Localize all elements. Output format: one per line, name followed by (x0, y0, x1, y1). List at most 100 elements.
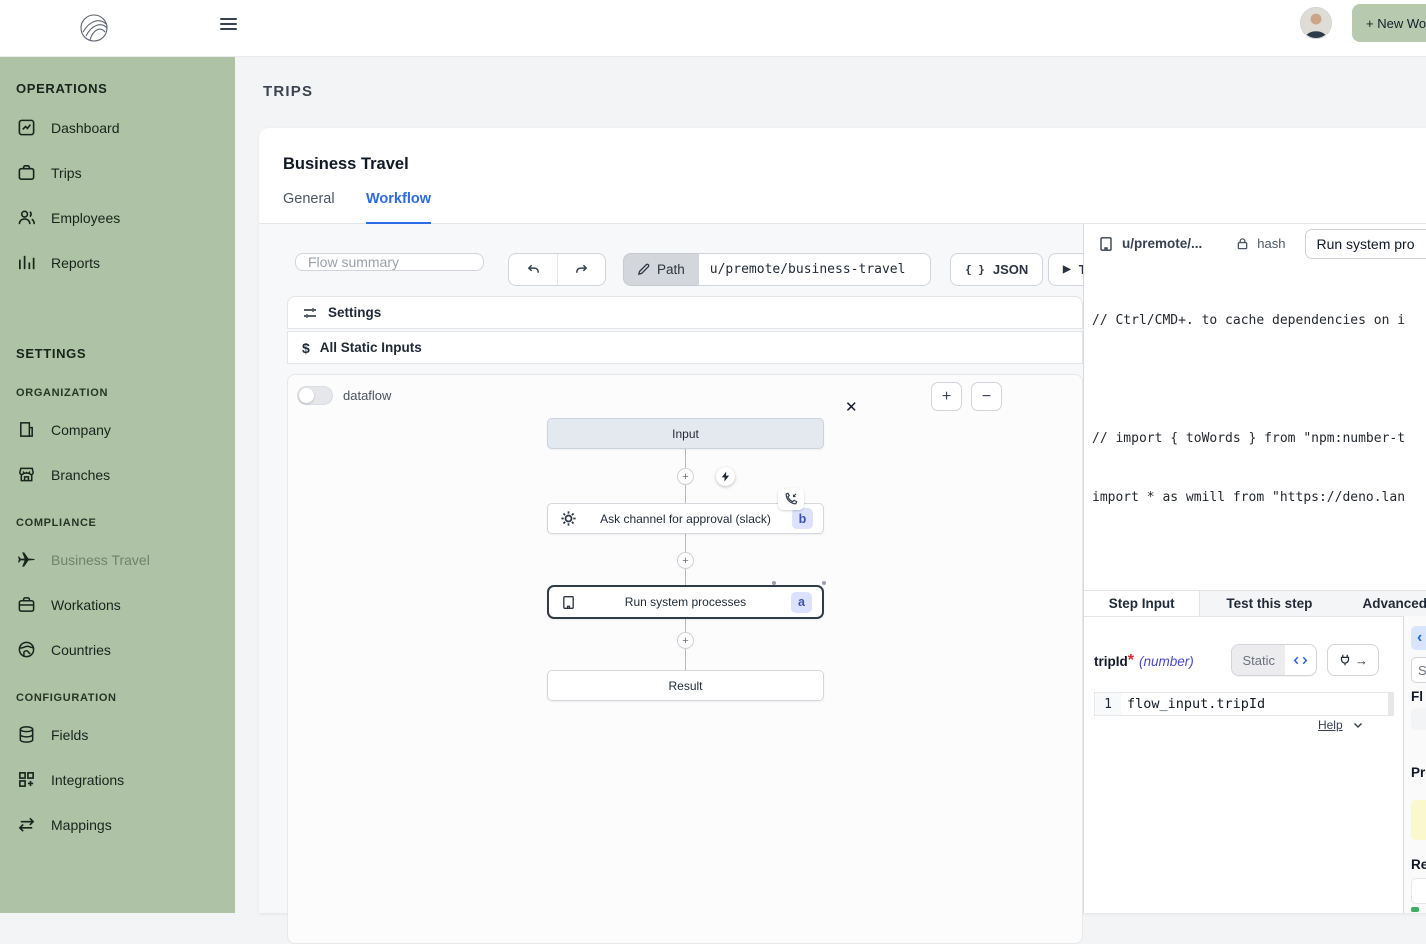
line-number: 1 (1095, 693, 1121, 715)
page-breadcrumb: TRIPS (263, 83, 313, 100)
code-braces-icon: { } (965, 263, 985, 276)
previous-result-chip[interactable] (1411, 800, 1426, 840)
script-header: u/premote/... hash (1084, 224, 1426, 263)
add-step-button[interactable]: + (677, 632, 694, 649)
node-label: Input (548, 427, 823, 441)
sidebar-item-countries[interactable]: Countries (0, 627, 235, 672)
flow-canvas[interactable]: dataflow + − Input ✕ + (287, 374, 1083, 944)
chevron-down-icon[interactable] (1352, 719, 1364, 731)
field-name: tripId (1094, 654, 1128, 669)
new-workflow-button[interactable]: + New Wor (1352, 4, 1426, 42)
code-line (1092, 370, 1426, 390)
pencil-icon (637, 263, 650, 276)
zoom-in-button[interactable]: + (931, 382, 962, 411)
code-line (1092, 546, 1426, 566)
sidebar-item-dashboard[interactable]: Dashboard (0, 105, 235, 150)
sidebar-item-branches[interactable]: Branches (0, 452, 235, 497)
flow-node-input[interactable]: Input (547, 418, 824, 449)
code-line: // Ctrl/CMD+. to cache dependencies on i (1092, 311, 1426, 331)
sidebar-item-trips[interactable]: Trips (0, 150, 235, 195)
add-step-button[interactable]: + (677, 468, 694, 485)
sidebar-item-mappings[interactable]: Mappings (0, 802, 235, 847)
static-expr-toggle[interactable]: Static (1231, 644, 1317, 676)
path-input[interactable] (698, 253, 931, 286)
previous-result-label: Pr (1411, 765, 1425, 780)
node-label: Run system processes (549, 595, 822, 609)
storefront-icon (16, 465, 36, 484)
undo-button[interactable] (509, 253, 557, 286)
app-logo (78, 12, 110, 44)
bar-chart-icon (16, 253, 36, 272)
integration-grid-icon (16, 770, 36, 789)
static-segment[interactable]: Static (1232, 645, 1285, 675)
node-badge: a (791, 592, 812, 613)
back-chevron-button[interactable]: ‹ (1411, 626, 1426, 650)
sidebar-item-reports[interactable]: Reports (0, 240, 235, 285)
step-summary-input[interactable] (1305, 229, 1426, 259)
flow-settings-row[interactable]: Settings (287, 296, 1083, 329)
sidebar-subheading-organization: ORGANIZATION (0, 387, 235, 399)
connect-input-button[interactable]: → (1327, 644, 1379, 676)
tab-workflow[interactable]: Workflow (366, 191, 431, 224)
top-header: + New Wor (0, 0, 1426, 57)
dataflow-toggle[interactable] (297, 386, 333, 405)
redo-button[interactable] (557, 253, 605, 286)
sidebar-item-label: Workations (51, 597, 121, 613)
sidebar-item-label: Trips (51, 165, 82, 181)
tab-test-this-step[interactable]: Test this step (1200, 591, 1338, 616)
json-button[interactable]: { } JSON (950, 253, 1043, 286)
swap-arrows-icon (16, 815, 36, 834)
sliders-icon (302, 305, 318, 321)
tab-general[interactable]: General (283, 191, 335, 224)
undo-redo-group (508, 253, 606, 286)
user-avatar[interactable] (1300, 7, 1332, 39)
sidebar-item-integrations[interactable]: Integrations (0, 757, 235, 802)
help-link[interactable]: Help (1318, 718, 1343, 732)
sidebar-item-label: Integrations (51, 772, 124, 788)
flow-summary-input[interactable] (295, 253, 484, 271)
editor-scrollbar[interactable] (1388, 693, 1393, 715)
tab-step-input[interactable]: Step Input (1084, 591, 1200, 616)
trigger-bolt-button[interactable] (716, 467, 735, 486)
sidebar-item-company[interactable]: Company (0, 407, 235, 452)
sidebar-item-label: Mappings (51, 817, 112, 833)
zoom-out-button[interactable]: − (971, 382, 1002, 411)
users-icon (16, 208, 36, 227)
sidebar-item-label: Countries (51, 642, 111, 658)
tab-bar: General Workflow (259, 191, 1426, 224)
tab-advanced[interactable]: Advanced (1338, 591, 1426, 616)
lock-icon (1236, 237, 1249, 250)
flow-node-result[interactable]: Result (547, 670, 824, 701)
dashboard-icon (16, 118, 36, 137)
sidebar-item-label: Branches (51, 467, 110, 483)
sidebar-item-workations[interactable]: Workations (0, 582, 235, 627)
building-icon (16, 420, 36, 439)
path-button[interactable]: Path (623, 253, 698, 286)
flow-static-inputs-row[interactable]: $ All Static Inputs (287, 331, 1083, 364)
code-editor[interactable]: // Ctrl/CMD+. to cache dependencies on i… (1084, 268, 1426, 588)
sidebar-item-employees[interactable]: Employees (0, 195, 235, 240)
selection-dot (772, 581, 776, 585)
globe-icon (16, 640, 36, 659)
script-path-label[interactable]: u/premote/... (1122, 236, 1202, 251)
phone-incoming-icon (778, 488, 804, 510)
sidebar-item-fields[interactable]: Fields (0, 712, 235, 757)
sidebar-heading-settings: SETTINGS (0, 346, 235, 361)
code-angle-icon (1293, 654, 1308, 667)
path-button-label: Path (657, 262, 685, 277)
expression-editor[interactable]: 1 flow_input.tripId (1094, 692, 1394, 716)
flow-input-chip[interactable] (1411, 708, 1426, 730)
sidebar-item-label: Business Travel (51, 552, 150, 568)
hash-label[interactable]: hash (1257, 236, 1285, 251)
flow-node-run-selected[interactable]: Run system processes a (547, 585, 824, 619)
sidebar-item-business-travel[interactable]: Business Travel (0, 537, 235, 582)
close-icon[interactable]: ✕ (845, 398, 858, 416)
sidebar-item-label: Reports (51, 255, 100, 271)
selection-dot (822, 581, 826, 585)
search-input[interactable]: S (1411, 657, 1426, 683)
hamburger-menu-icon[interactable] (220, 15, 237, 33)
add-step-button[interactable]: + (677, 552, 694, 569)
result-chip[interactable] (1411, 878, 1426, 904)
database-icon (16, 725, 36, 744)
code-segment[interactable] (1285, 645, 1316, 675)
